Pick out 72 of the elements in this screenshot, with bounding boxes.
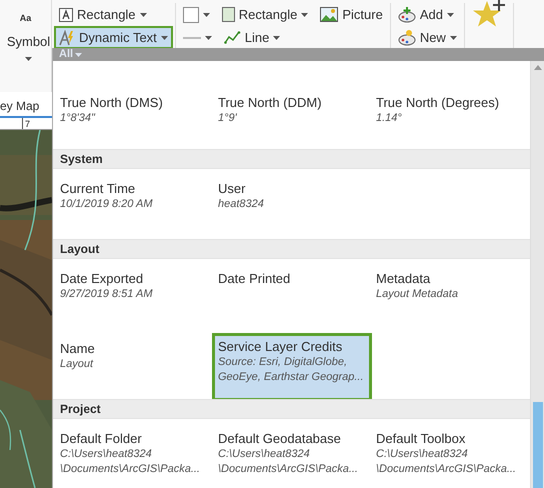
gallery-item[interactable]: Name Layout [54, 335, 210, 375]
item-name: User [218, 180, 246, 197]
tool-button[interactable]: Add [392, 3, 459, 26]
gallery-item[interactable]: Date Printed [212, 265, 368, 290]
gallery-item[interactable]: True North (DDM) 1°9' [212, 89, 368, 129]
caret-icon [160, 36, 168, 40]
gallery-item[interactable]: True North (DMS) 1°8'34" [54, 89, 210, 129]
tool-button[interactable]: Dynamic Text [54, 26, 173, 49]
item-value: 9/27/2019 8:51 AM [60, 287, 154, 302]
item-value: 1.14° [376, 111, 403, 126]
item-value: heat8324 [218, 197, 265, 212]
caret-icon [24, 57, 32, 61]
gallery-item[interactable]: Default Folder C:\Users\heat8324 \Documents\ArcGIS\Packa... [54, 425, 210, 480]
gallery-item[interactable]: Current Time 10/1/2019 8:20 AM [54, 175, 210, 215]
item-name: Date Exported [60, 270, 144, 287]
dynamic-text-icon [59, 30, 75, 46]
line-style-icon [182, 34, 201, 40]
caret-icon [301, 12, 308, 16]
gallery-item[interactable]: True North (Degrees) 1.14° [370, 89, 526, 129]
gallery-item[interactable]: User heat8324 [212, 175, 368, 215]
item-name: Default Folder [60, 430, 143, 447]
item-value: 10/1/2019 8:20 AM [60, 197, 154, 212]
item-value: 1°9' [218, 111, 238, 126]
caret-icon [446, 12, 454, 16]
symbol-button[interactable]: Symbol [0, 32, 50, 61]
section-header: Layout [53, 239, 530, 259]
tool-button[interactable]: Picture [315, 3, 388, 26]
item-value: C:\Users\heat8324 \Documents\ArcGIS\Packa... [376, 447, 517, 477]
item-name: True North (Degrees) [376, 94, 500, 111]
caret-icon [273, 36, 280, 40]
tool-button[interactable]: Line [218, 26, 286, 49]
item-value: 1°8'34" [60, 111, 96, 126]
item-value: C:\Users\heat8324 \Documents\ArcGIS\Packa... [60, 447, 201, 477]
swatch-icon [182, 6, 199, 22]
gallery-item[interactable]: Default Geodatabase C:\Users\heat8324 \Documents\ArcGIS\Packa... [212, 425, 368, 480]
item-name: Date Printed [218, 270, 292, 287]
item-name: Name [60, 340, 96, 357]
item-value: Layout Metadata [376, 287, 459, 302]
gallery-item[interactable]: Date Exported 9/27/2019 8:51 AM [54, 265, 210, 305]
caret-icon [204, 36, 212, 40]
tool-button[interactable]: New [392, 26, 462, 49]
symbol-glyph: Aa [20, 12, 32, 25]
item-value: Source: Esri, DigitalGlobe, GeoEye, Earthstar Geograp... [218, 355, 365, 385]
item-value: C:\Users\heat8324 \Documents\ArcGIS\Packa... [218, 447, 359, 477]
item-name: Default Geodatabase [218, 430, 342, 447]
gallery-item[interactable]: Service Layer Credits Source: Esri, DigitalGlobe, GeoEye, Earthstar Geograp... [212, 333, 372, 401]
line-icon [224, 31, 241, 44]
item-name: Service Layer Credits [218, 338, 344, 355]
gallery-item[interactable]: Metadata Layout Metadata [370, 265, 526, 305]
caret-icon [450, 36, 457, 40]
item-name: Current Time [60, 180, 136, 197]
gallery-item[interactable]: Default Toolbox C:\Users\heat8324 \Documents\ArcGIS\Packa... [370, 425, 526, 480]
palette-add-icon [398, 6, 416, 23]
item-name: True North (DMS) [60, 94, 164, 111]
item-name: Default Toolbox [376, 430, 466, 447]
caret-icon [140, 12, 147, 16]
ruler: 7 [0, 118, 52, 130]
section-header: Project [53, 399, 530, 419]
scroll-up-icon[interactable] [534, 65, 542, 70]
tool-button[interactable]: Rectangle [216, 3, 314, 26]
scroll-thumb[interactable] [532, 402, 542, 488]
caret-icon [202, 12, 210, 16]
text-frame-icon [59, 8, 73, 22]
item-name: True North (DDM) [218, 94, 323, 111]
palette-sparkle-icon [398, 29, 416, 46]
item-name: Metadata [376, 270, 432, 287]
picture-icon [320, 7, 338, 22]
section-header: System [53, 149, 530, 169]
item-value: Layout [60, 357, 94, 372]
caret-icon [75, 52, 82, 56]
tool-button[interactable]: Rectangle [54, 3, 152, 26]
rectangle-icon [222, 7, 235, 22]
